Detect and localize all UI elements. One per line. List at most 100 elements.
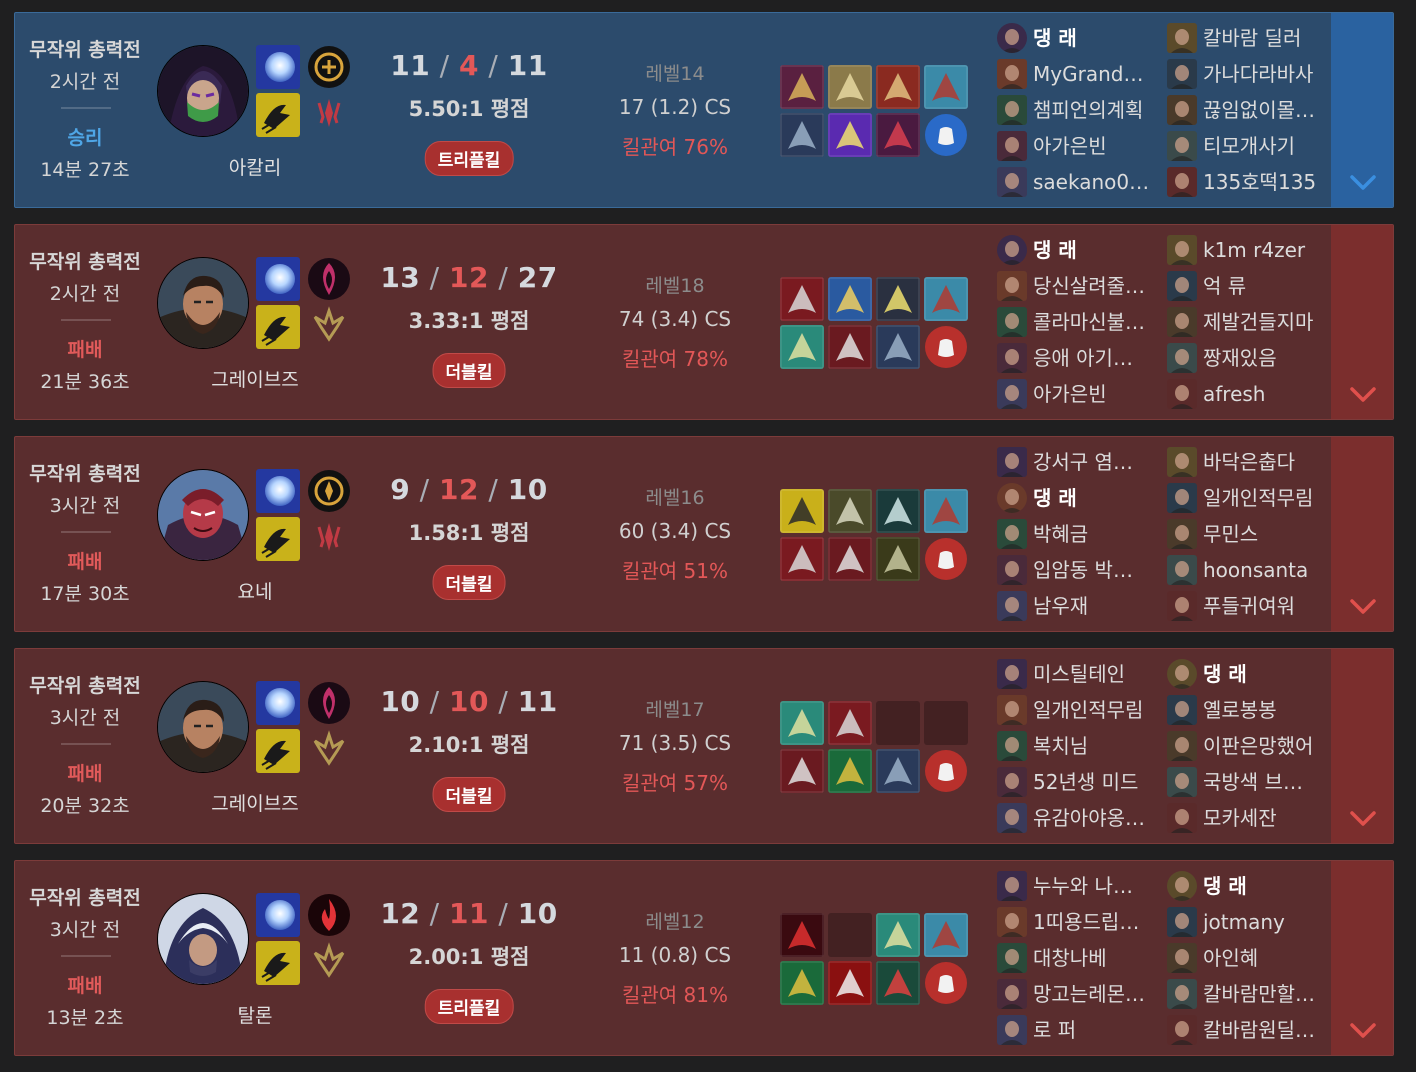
player-name[interactable]: 이판은망했어 [1203,733,1327,759]
player-entry[interactable]: 남우재 [995,587,1160,623]
player-entry[interactable]: 52년생 미드 [995,763,1160,799]
player-name[interactable]: 박혜금 [1033,521,1157,547]
player-entry[interactable]: 칼바람원딜… [1165,1011,1330,1047]
item-icon[interactable] [828,489,872,533]
player-name[interactable]: 가나다라바사 [1203,61,1327,87]
expand-details-button[interactable] [1331,437,1393,631]
player-name[interactable]: 댕 래 [1203,661,1327,687]
player-entry[interactable]: 푸들귀여워 [1165,587,1330,623]
player-name[interactable]: saekano0… [1033,169,1157,195]
player-entry[interactable]: saekano0… [995,163,1160,199]
item-icon[interactable] [780,325,824,369]
player-name[interactable]: 남우재 [1033,593,1157,619]
ward-item-icon[interactable] [924,537,968,581]
player-name[interactable]: 챔피언의계획 [1033,97,1157,123]
champion-portrait[interactable] [157,681,249,773]
item-icon[interactable] [876,913,920,957]
player-entry[interactable]: 아인혜 [1165,939,1330,975]
current-player[interactable]: 댕 래 [995,19,1160,55]
player-name[interactable]: 억 류 [1203,273,1327,299]
player-entry[interactable]: 아가은빈 [995,127,1160,163]
player-name[interactable]: 로 퍼 [1033,1017,1157,1043]
player-name[interactable]: 국방색 브… [1203,769,1327,795]
player-name[interactable]: 입암동 박… [1033,557,1157,583]
expand-details-button[interactable] [1331,649,1393,843]
item-icon[interactable] [876,65,920,109]
player-entry[interactable]: 일개인적무림 [1165,479,1330,515]
player-entry[interactable]: 복치님 [995,727,1160,763]
player-name[interactable]: 아가은빈 [1033,381,1157,407]
player-entry[interactable]: 억 류 [1165,267,1330,303]
player-entry[interactable]: 박혜금 [995,515,1160,551]
item-icon[interactable] [876,489,920,533]
player-entry[interactable]: 이판은망했어 [1165,727,1330,763]
ward-item-icon[interactable] [924,113,968,157]
player-name[interactable]: 바닥은춥다 [1203,449,1327,475]
champion-portrait[interactable] [157,45,249,137]
player-name[interactable]: 미스틸테인 [1033,661,1157,687]
item-icon[interactable] [828,325,872,369]
player-entry[interactable]: 바닥은춥다 [1165,443,1330,479]
item-icon[interactable] [876,277,920,321]
player-name[interactable]: jotmany [1203,909,1327,935]
player-name[interactable]: 아가은빈 [1033,133,1157,159]
player-entry[interactable]: 국방색 브… [1165,763,1330,799]
player-name[interactable]: 댕 래 [1033,25,1157,51]
player-name[interactable]: 티모개사기 [1203,133,1327,159]
player-name[interactable]: 끊임없이몰… [1203,97,1327,123]
item-icon[interactable] [780,537,824,581]
player-name[interactable]: 일개인적무림 [1203,485,1327,511]
item-icon[interactable] [924,489,968,533]
expand-details-button[interactable] [1331,225,1393,419]
player-name[interactable]: 콜라마신불… [1033,309,1157,335]
champion-portrait[interactable] [157,893,249,985]
ward-item-icon[interactable] [924,749,968,793]
item-icon[interactable] [876,113,920,157]
item-icon[interactable] [876,325,920,369]
player-entry[interactable]: 망고는레몬… [995,975,1160,1011]
player-entry[interactable]: 짱재있음 [1165,339,1330,375]
item-icon[interactable] [780,913,824,957]
player-entry[interactable]: 1띠용드립… [995,903,1160,939]
champion-portrait[interactable] [157,257,249,349]
player-name[interactable]: afresh [1203,381,1327,407]
player-entry[interactable]: 미스틸테인 [995,655,1160,691]
player-entry[interactable]: 로 퍼 [995,1011,1160,1047]
player-entry[interactable]: jotmany [1165,903,1330,939]
item-icon[interactable] [780,961,824,1005]
player-name[interactable]: 응애 아기… [1033,345,1157,371]
item-icon[interactable] [828,65,872,109]
item-icon[interactable] [924,277,968,321]
item-icon[interactable] [780,489,824,533]
player-entry[interactable]: 135호떡135 [1165,163,1330,199]
current-player[interactable]: 댕 래 [995,231,1160,267]
player-entry[interactable]: 칼바람만할… [1165,975,1330,1011]
player-name[interactable]: 댕 래 [1033,485,1157,511]
ward-item-icon[interactable] [924,325,968,369]
current-player[interactable]: 댕 래 [1165,655,1330,691]
player-entry[interactable]: 강서구 염… [995,443,1160,479]
player-name[interactable]: 무민스 [1203,521,1327,547]
item-icon[interactable] [780,701,824,745]
player-entry[interactable]: 입암동 박… [995,551,1160,587]
match-row[interactable]: 무작위 총력전 2시간 전 패배 21분 36초 그레이브즈 13 / 12 / 27 3.… [14,224,1394,420]
player-entry[interactable]: 일개인적무림 [995,691,1160,727]
player-name[interactable]: MyGrand… [1033,61,1157,87]
match-row[interactable]: 무작위 총력전 2시간 전 승리 14분 27초 아칼리 11 / 4 / 11 5.50:… [14,12,1394,208]
player-entry[interactable]: hoonsanta [1165,551,1330,587]
player-name[interactable]: 망고는레몬… [1033,981,1157,1007]
item-icon[interactable] [924,913,968,957]
item-icon[interactable] [780,749,824,793]
player-name[interactable]: 옐로봉봉 [1203,697,1327,723]
player-entry[interactable]: 아가은빈 [995,375,1160,411]
champion-portrait[interactable] [157,469,249,561]
player-name[interactable]: 강서구 염… [1033,449,1157,475]
player-name[interactable]: 1띠용드립… [1033,909,1157,935]
player-name[interactable]: 푸들귀여워 [1203,593,1327,619]
player-entry[interactable]: 모카세잔 [1165,799,1330,835]
player-name[interactable]: 당신살려줄… [1033,273,1157,299]
player-entry[interactable]: 옐로봉봉 [1165,691,1330,727]
player-entry[interactable]: 콜라마신불… [995,303,1160,339]
expand-details-button[interactable] [1331,13,1393,207]
match-row[interactable]: 무작위 총력전 3시간 전 패배 13분 2초 탈론 12 / 11 / 10 2.00:1… [14,860,1394,1056]
